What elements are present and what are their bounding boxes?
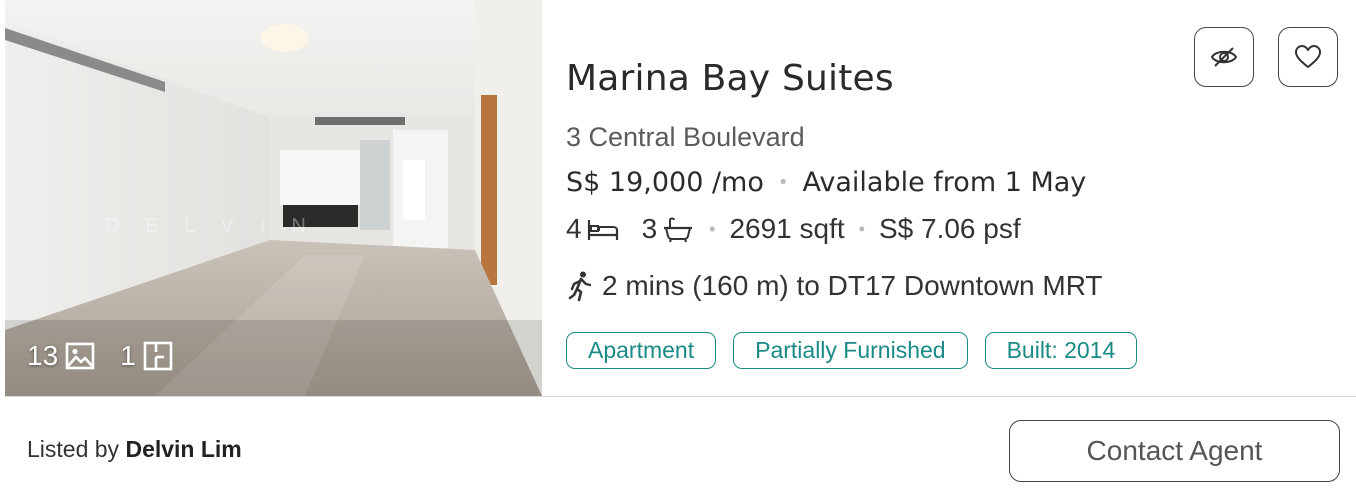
photo-badges: 13 1 — [27, 340, 174, 372]
heart-icon — [1295, 45, 1321, 68]
mrt-line: 2 mins (160 m) to DT17 Downtown MRT — [566, 270, 1103, 302]
room-photo — [5, 0, 542, 396]
bathroom-count: 3 — [641, 213, 658, 244]
listing-tags: Apartment Partially Furnished Built: 201… — [566, 332, 1138, 369]
listing-price: S$ 19,000 /mo — [566, 167, 764, 198]
floorplan-count: 1 — [120, 340, 136, 371]
tag-furnishing: Partially Furnished — [733, 332, 968, 369]
listing-photo[interactable]: DELVIN 13 1 — [5, 0, 542, 396]
floor-area: 2691 sqft — [729, 213, 845, 244]
agent-name[interactable]: Delvin Lim — [125, 436, 241, 462]
tag-built-year: Built: 2014 — [984, 332, 1138, 369]
tag-property-type: Apartment — [566, 332, 717, 369]
listing-address: 3 Central Boulevard — [566, 122, 805, 152]
image-icon — [65, 342, 95, 370]
listing-card[interactable]: DELVIN 13 1 Marina Bay Suites 3 Central … — [0, 0, 1356, 496]
eye-off-icon — [1210, 47, 1238, 67]
bathtub-icon — [664, 217, 693, 243]
favorite-button[interactable] — [1278, 27, 1338, 87]
card-divider — [5, 396, 1356, 397]
availability: Available from 1 May — [802, 167, 1087, 198]
photo-watermark: DELVIN — [105, 215, 332, 237]
specs-line: 4 3 • 2691 sqft • S$ 7.06 psf — [566, 213, 1021, 245]
hide-listing-button[interactable] — [1194, 27, 1254, 87]
bedroom-count: 4 — [566, 213, 582, 244]
floorplan-icon — [143, 341, 173, 371]
walking-icon — [568, 271, 592, 302]
bed-icon — [587, 220, 618, 240]
separator-dot: • — [709, 218, 716, 239]
mrt-distance: 2 mins (160 m) to DT17 Downtown MRT — [602, 270, 1103, 301]
separator-dot: • — [858, 218, 865, 239]
photo-count: 13 — [27, 340, 59, 371]
listing-title[interactable]: Marina Bay Suites — [566, 58, 894, 99]
price-line: S$ 19,000 /mo • Available from 1 May — [566, 167, 1086, 198]
contact-agent-button[interactable]: Contact Agent — [1009, 420, 1340, 482]
listed-by: Listed by Delvin Lim — [27, 436, 242, 463]
price-per-sqft: S$ 7.06 psf — [878, 213, 1021, 244]
separator-dot: • — [777, 172, 789, 193]
listed-by-prefix: Listed by — [27, 436, 120, 462]
